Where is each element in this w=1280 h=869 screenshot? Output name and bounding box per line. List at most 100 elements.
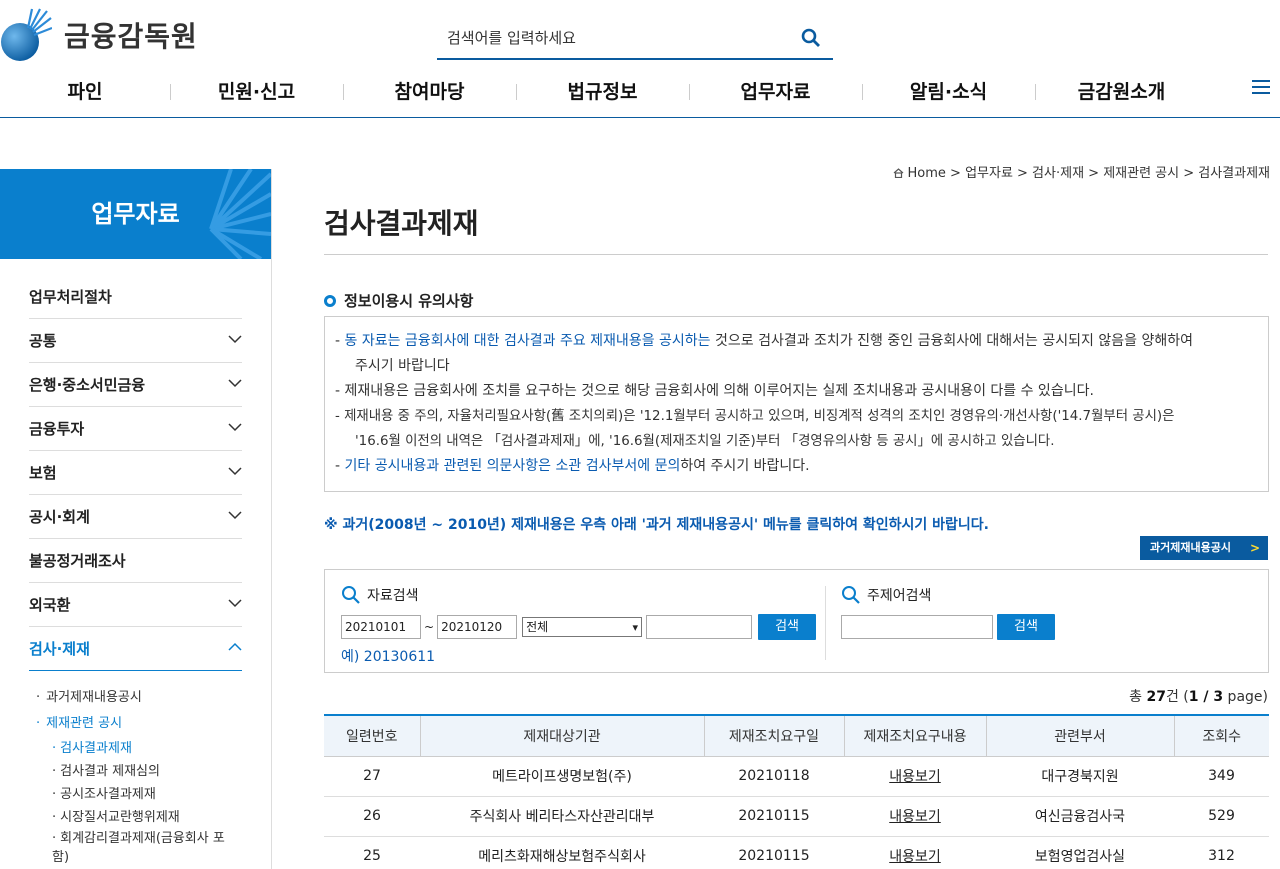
cell-institution: 주식회사 베리타스자산관리대부 [420, 796, 704, 837]
sidebar-item-unfair-trade[interactable]: 불공정거래조사 [29, 539, 242, 583]
column-header[interactable]: 관련부서 [985, 714, 1174, 757]
cell-date: 20210115 [704, 796, 844, 837]
sidebar-item-forex[interactable]: 외국환 [29, 583, 242, 627]
submenu-inspection-result[interactable]: 검사결과제재 [52, 737, 271, 760]
chevron-up-icon [228, 642, 242, 651]
category-select[interactable]: 전체 ▾ [522, 617, 643, 637]
sidebar-item-disclosure[interactable]: 공시·회계 [29, 495, 242, 539]
nav-item-about[interactable]: 금감원소개 [1035, 72, 1208, 112]
notice-line: - 제재내용 중 주의, 자율처리필요사항(舊 조치의뢰)은 '12.1월부터 … [335, 409, 1175, 449]
sidebar-item-bank[interactable]: 은행·중소서민금융 [29, 363, 242, 407]
column-header[interactable]: 제재조치요구일 [703, 714, 844, 757]
breadcrumb: Home > 업무자료 > 검사·제재 > 제재관련 공시 > 검사결과제재 [893, 162, 1270, 181]
cell-number: 26 [324, 796, 420, 837]
sidebar-title: 업무자료 [0, 169, 271, 259]
submenu-accounting-review[interactable]: 회계감리결과제재(금융회사 포함) [52, 829, 232, 869]
nav-item-laws[interactable]: 법규정보 [516, 72, 689, 112]
sidebar-item-insurance[interactable]: 보험 [29, 451, 242, 495]
cell-department: 보험영업검사실 [986, 836, 1174, 869]
cell-detail: 내용보기 [844, 756, 986, 797]
chevron-down-icon [228, 511, 242, 520]
submenu-past-disclosure[interactable]: 과거제재내용공시 [36, 685, 271, 711]
search-icon [842, 586, 860, 604]
cell-number: 25 [324, 836, 420, 869]
global-search [437, 20, 833, 60]
cell-views: 312 [1174, 836, 1269, 869]
keyword-search: 주제어검색 검색 [841, 584, 1055, 640]
cell-date: 20210115 [704, 836, 844, 869]
column-header[interactable]: 일련번호 [324, 714, 420, 757]
sidebar-item-procedure[interactable]: 업무처리절차 [29, 275, 242, 319]
cell-detail: 내용보기 [844, 836, 986, 869]
sidebar-item-investment[interactable]: 금융투자 [29, 407, 242, 451]
search-icon [342, 586, 360, 604]
sidebar-item-inspection[interactable]: 검사·제재 [29, 627, 242, 671]
submenu-market-disruption[interactable]: 시장질서교란행위제재 [52, 806, 271, 829]
table-row: 25 메리츠화재해상보험주식회사 20210115 내용보기 보험영업검사실 3… [324, 836, 1269, 869]
nav-item-fine[interactable]: 파인 [0, 72, 170, 112]
keyword-input[interactable] [646, 615, 753, 639]
notice-box: - 동 자료는 금융회사에 대한 검사결과 주요 제재내용을 공시하는 것으로 … [324, 316, 1269, 492]
cell-institution: 메리츠화재해상보험주식회사 [420, 836, 704, 869]
cell-number: 27 [324, 756, 420, 797]
table-header-row: 일련번호 제재대상기관 제재조치요구일 제재조치요구내용 관련부서 조회수 [324, 714, 1269, 757]
data-search-button[interactable]: 검색 [758, 614, 817, 640]
home-icon [893, 168, 903, 179]
column-header[interactable]: 조회수 [1173, 714, 1269, 757]
chevron-right-icon: > [1249, 541, 1260, 555]
fss-logo-icon [0, 8, 52, 62]
chevron-down-icon [228, 423, 242, 432]
logo[interactable]: 금융감독원 [0, 8, 198, 62]
submenu-inspection-review[interactable]: 검사결과 제재심의 [52, 760, 271, 783]
nav-item-participation[interactable]: 참여마당 [343, 72, 516, 112]
sanction-table: 일련번호 제재대상기관 제재조치요구일 제재조치요구내용 관련부서 조회수 27… [324, 714, 1269, 869]
notice-line: - 기타 공시내용과 관련된 의문사항은 소관 검사부서에 문의하여 주시기 바… [335, 458, 810, 474]
cell-department: 대구경북지원 [986, 756, 1174, 797]
divider [825, 586, 826, 660]
view-detail-link[interactable]: 내용보기 [889, 809, 941, 825]
cell-institution: 메트라이프생명보험(주) [420, 756, 704, 797]
data-search-row: 20210101 ~ 20210120 전체 ▾ 검색 [341, 614, 817, 640]
notice-heading: 정보이용시 유의사항 [324, 290, 473, 311]
search-icon[interactable] [801, 28, 821, 52]
chevron-down-icon [228, 467, 242, 476]
sidebar-submenu: 과거제재내용공시 제재관련 공시 검사결과제재 검사결과 제재심의 공시조사결과… [36, 685, 271, 869]
site-header: 금융감독원 파인 민원·신고 참여마당 법규정보 업무자료 알림·소식 금감원소… [0, 0, 1280, 118]
nav-item-complaint[interactable]: 민원·신고 [170, 72, 343, 112]
chevron-down-icon [228, 379, 242, 388]
cell-detail: 내용보기 [844, 796, 986, 837]
chevron-down-icon: ▾ [632, 621, 639, 634]
date-to-input[interactable]: 20210120 [437, 615, 518, 639]
keyword-search-button[interactable]: 검색 [997, 614, 1055, 640]
keyword-search-row: 검색 [841, 614, 1055, 640]
column-header[interactable]: 제재조치요구내용 [843, 714, 986, 757]
submenu-related-disclosure[interactable]: 제재관련 공시 [36, 711, 271, 737]
nav-item-data[interactable]: 업무자료 [689, 72, 862, 112]
view-detail-link[interactable]: 내용보기 [889, 849, 941, 865]
hamburger-menu-icon[interactable] [1252, 80, 1270, 94]
main-nav: 파인 민원·신고 참여마당 법규정보 업무자료 알림·소식 금감원소개 [0, 72, 1280, 112]
cell-views: 349 [1174, 756, 1269, 797]
column-header[interactable]: 제재대상기관 [419, 714, 704, 757]
result-count: 총 27건 (1 / 3 page) [1129, 689, 1268, 705]
nav-item-news[interactable]: 알림·소식 [862, 72, 1035, 112]
data-search: 자료검색 20210101 ~ 20210120 전체 ▾ 검색 예) 20130… [341, 584, 817, 666]
date-from-input[interactable]: 20210101 [341, 615, 421, 639]
data-search-label: 자료검색 [341, 584, 816, 606]
logo-text: 금융감독원 [64, 20, 198, 53]
cell-department: 여신금융검사국 [986, 796, 1174, 837]
past-sanction-message: ※ 과거(2008년 ~ 2010년) 제재내용은 우측 아래 '과거 제재내용… [324, 517, 990, 533]
bullet-circle-icon [324, 294, 336, 307]
sidebar-item-common[interactable]: 공통 [29, 319, 242, 363]
subject-keyword-input[interactable] [841, 615, 993, 639]
past-sanction-button[interactable]: 과거제재내용공시 > [1140, 536, 1268, 560]
table-row: 26 주식회사 베리타스자산관리대부 20210115 내용보기 여신금융검사국… [324, 796, 1269, 837]
keyword-search-label: 주제어검색 [841, 584, 1055, 606]
chevron-down-icon [228, 599, 242, 608]
sidebar-menu: 업무처리절차 공통 은행·중소서민금융 금융투자 보험 공시·회계 불공정거래조… [29, 275, 242, 671]
search-panel: 자료검색 20210101 ~ 20210120 전체 ▾ 검색 예) 20130… [324, 569, 1269, 673]
notice-line: - 제재내용은 금융회사에 조치를 요구하는 것으로 해당 금융회사에 의해 이… [335, 383, 1094, 399]
view-detail-link[interactable]: 내용보기 [889, 769, 941, 785]
search-input[interactable] [437, 20, 787, 56]
submenu-disclosure-result[interactable]: 공시조사결과제재 [52, 783, 271, 806]
